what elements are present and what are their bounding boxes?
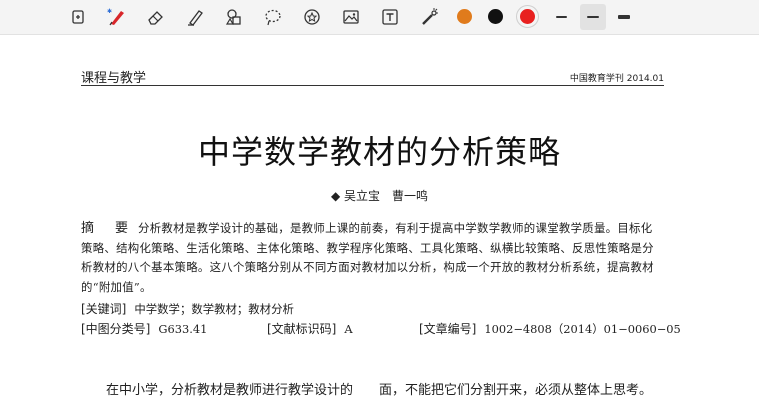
article-title: 中学数学教材的分析策略 [197, 133, 561, 171]
shapes-icon[interactable] [221, 4, 247, 30]
stroke-thin-button[interactable] [549, 4, 573, 30]
abstract-text: 分析教材是教学设计的基础，是教师上课的前奏，有利于提高中学数学教师的课堂教学质量… [81, 221, 654, 294]
article-authors: ◆ 吴立宝 曹一鸣 [330, 189, 429, 203]
color-swatch-black[interactable] [488, 9, 503, 24]
article-no-line: [文章编号] 1002−4808（2014）01−0060−05 [419, 320, 681, 337]
pen-icon[interactable]: ✱ [104, 4, 130, 30]
doc-code-label: [文献标识码] [267, 322, 337, 336]
journal-header: 中国教育学刊 2014.01 [569, 74, 664, 84]
abstract: 摘 要分析教材是教学设计的基础，是教师上课的前奏，有利于提高中学数学教师的课堂教… [81, 219, 664, 297]
clc-label: [中图分类号] [81, 322, 151, 336]
clc-value: G633.41 [158, 322, 208, 336]
highlighter-icon[interactable] [182, 4, 208, 30]
keywords-line: [关键词] 中学数学；数学教材；教材分析 [81, 300, 294, 317]
clc-line: [中图分类号] G633.41 [81, 320, 207, 337]
annotation-toolbar: ✱ [0, 0, 759, 35]
article-no-label: [文章编号] [419, 322, 477, 336]
color-swatch-orange[interactable] [457, 9, 472, 24]
sticker-icon[interactable] [299, 4, 325, 30]
stroke-thick-button[interactable] [612, 4, 636, 30]
doc-code-line: [文献标识码] A [267, 320, 353, 337]
body-paragraph-line: 在中小学，分析教材是教师进行教学设计的 面，不能把它们分割开来，必须从整体上思考… [106, 383, 653, 398]
insert-icon[interactable] [65, 4, 91, 30]
text-icon[interactable] [377, 4, 403, 30]
image-icon[interactable] [338, 4, 364, 30]
eraser-icon[interactable] [143, 4, 169, 30]
pdf-page: 课程与教学 中国教育学刊 2014.01 中学数学教材的分析策略 ◆ 吴立宝 曹… [0, 35, 759, 400]
lasso-icon[interactable] [260, 4, 286, 30]
svg-text:✱: ✱ [107, 8, 112, 15]
article-no-value: 1002−4808（2014）01−0060−05 [484, 322, 681, 336]
keywords-value: 中学数学；数学教材；教材分析 [134, 302, 294, 316]
section-header: 课程与教学 [81, 71, 147, 86]
doc-code-value: A [344, 322, 353, 336]
header-rule [81, 85, 664, 86]
color-swatch-red[interactable] [520, 9, 535, 24]
laser-pointer-icon[interactable] [416, 4, 442, 30]
abstract-label: 摘 要 [81, 221, 133, 236]
stroke-medium-button[interactable] [580, 4, 606, 30]
keywords-label: [关键词] [81, 302, 127, 316]
